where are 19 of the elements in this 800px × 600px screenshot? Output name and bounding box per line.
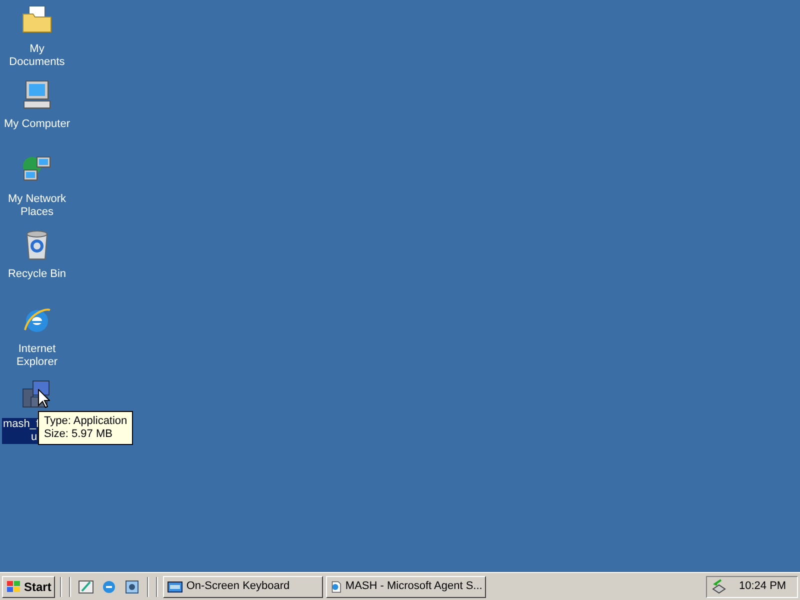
channels-icon[interactable] <box>124 578 140 594</box>
browser-icon[interactable] <box>101 578 118 594</box>
clock: 10:24 PM <box>739 579 786 594</box>
keyboard-icon <box>167 578 184 594</box>
safely-remove-hardware-icon[interactable] <box>711 578 727 594</box>
icon-label[interactable]: Internet Explorer <box>0 343 74 369</box>
cursor-icon <box>38 389 50 408</box>
taskbar-button[interactable]: On-Screen Keyboard <box>163 576 324 598</box>
document-icon <box>330 578 342 594</box>
icon-label[interactable]: My Network Places <box>0 193 74 219</box>
tooltip: Type: Application Size: 5.97 MB <box>38 411 134 445</box>
taskbar-button[interactable]: MASH - Microsoft Agent S... <box>326 576 486 598</box>
desktop-icon[interactable] <box>78 578 94 594</box>
icon-label[interactable]: My Documents <box>0 43 74 69</box>
icon-label[interactable]: My Computer <box>2 118 72 131</box>
computer-icon <box>21 79 53 111</box>
icon-label[interactable]: Recycle Bin <box>6 268 68 281</box>
windows-logo-icon <box>6 580 22 594</box>
start-button[interactable]: Start <box>2 576 56 598</box>
